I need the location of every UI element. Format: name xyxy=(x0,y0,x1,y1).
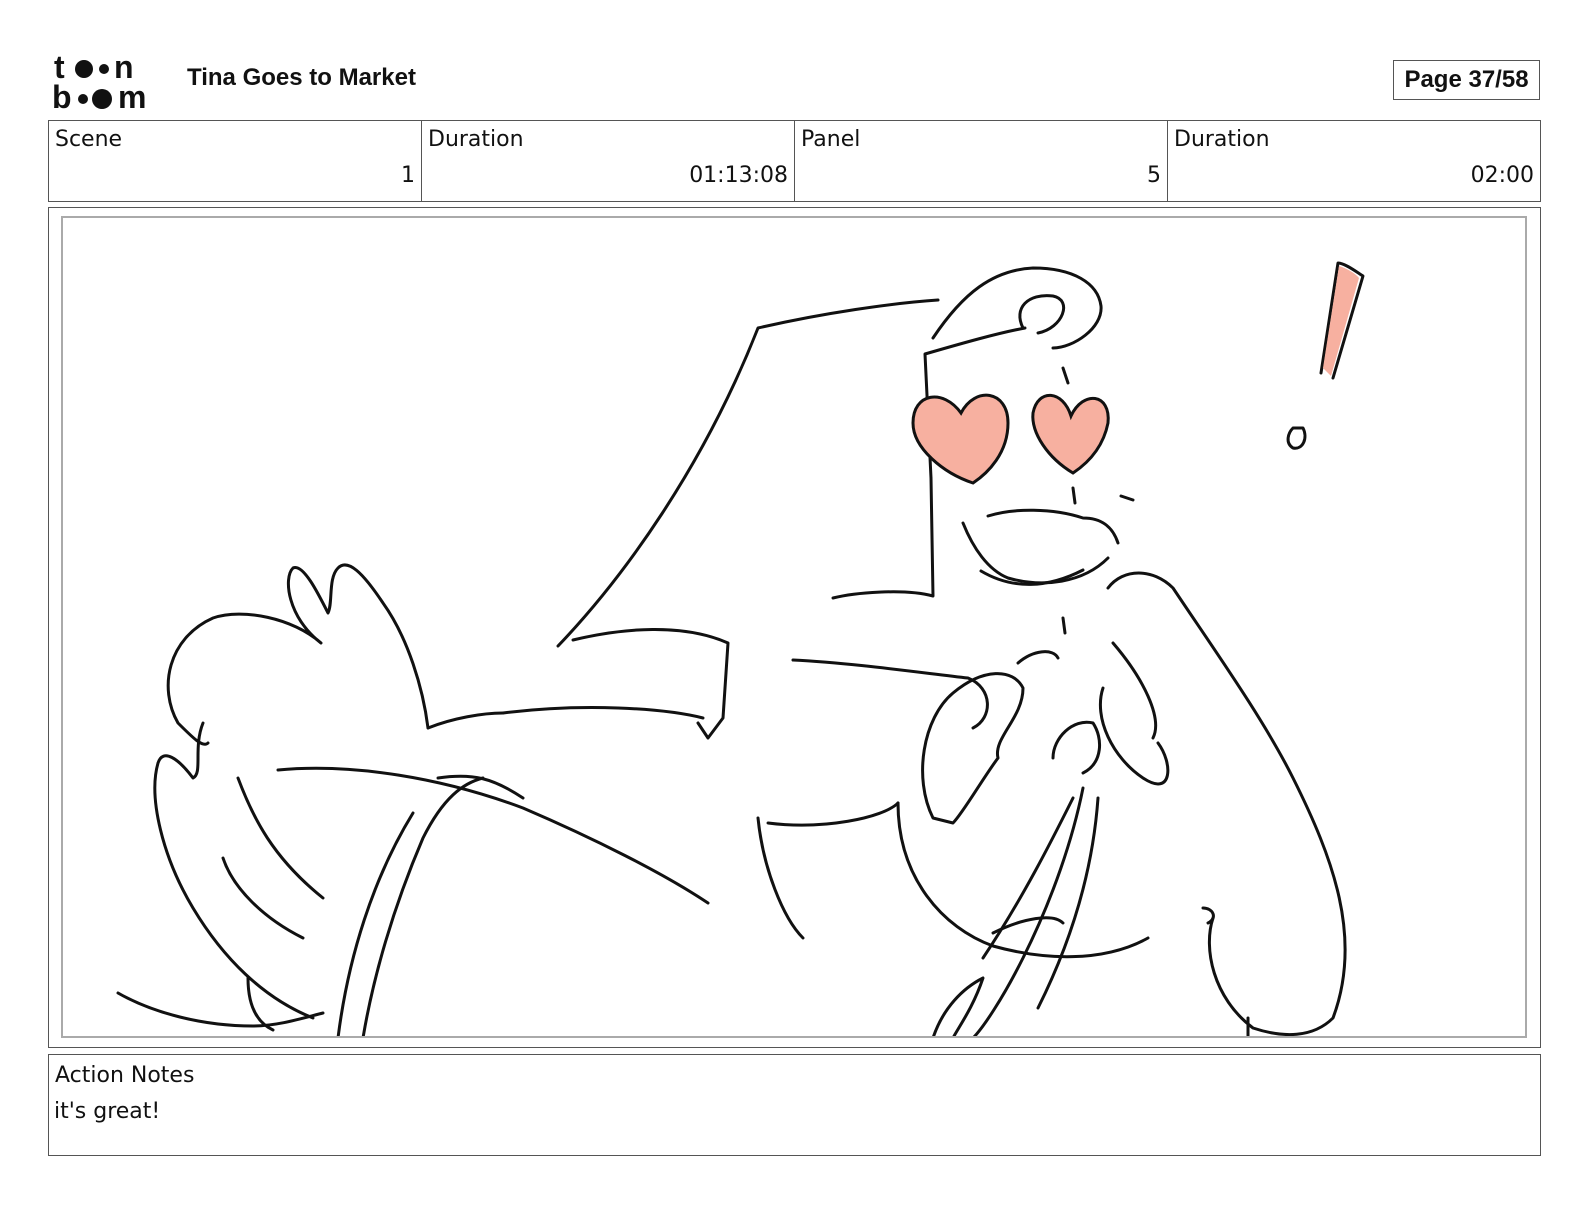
panel-duration-cell: Duration 02:00 xyxy=(1168,121,1540,201)
storyboard-sketch xyxy=(116,261,1365,1036)
action-notes-box: Action Notes it's great! xyxy=(48,1054,1541,1156)
storyboard-panel xyxy=(61,216,1527,1038)
scene-duration-label: Duration xyxy=(428,127,524,152)
panel-duration-value: 02:00 xyxy=(1470,163,1534,188)
svg-text:m: m xyxy=(118,79,146,112)
project-title: Tina Goes to Market xyxy=(187,64,416,91)
panel-info-row: Scene 1 Duration 01:13:08 Panel 5 Durati… xyxy=(48,120,1541,202)
panel-value: 5 xyxy=(1147,163,1161,188)
panel-duration-label: Duration xyxy=(1174,127,1270,152)
action-notes-text: it's great! xyxy=(54,1099,161,1124)
scene-value: 1 xyxy=(401,163,415,188)
scene-duration-value: 01:13:08 xyxy=(689,163,788,188)
scene-label: Scene xyxy=(55,127,123,152)
storyboard-panel-frame xyxy=(48,207,1541,1048)
scene-cell: Scene 1 xyxy=(49,121,422,201)
scene-duration-cell: Duration 01:13:08 xyxy=(422,121,795,201)
toon-boom-logo: t n b m xyxy=(52,50,146,112)
action-notes-label: Action Notes xyxy=(55,1063,195,1088)
panel-cell: Panel 5 xyxy=(795,121,1168,201)
svg-text:b: b xyxy=(52,79,72,112)
page-number: Page 37/58 xyxy=(1393,60,1540,100)
panel-label: Panel xyxy=(801,127,861,152)
